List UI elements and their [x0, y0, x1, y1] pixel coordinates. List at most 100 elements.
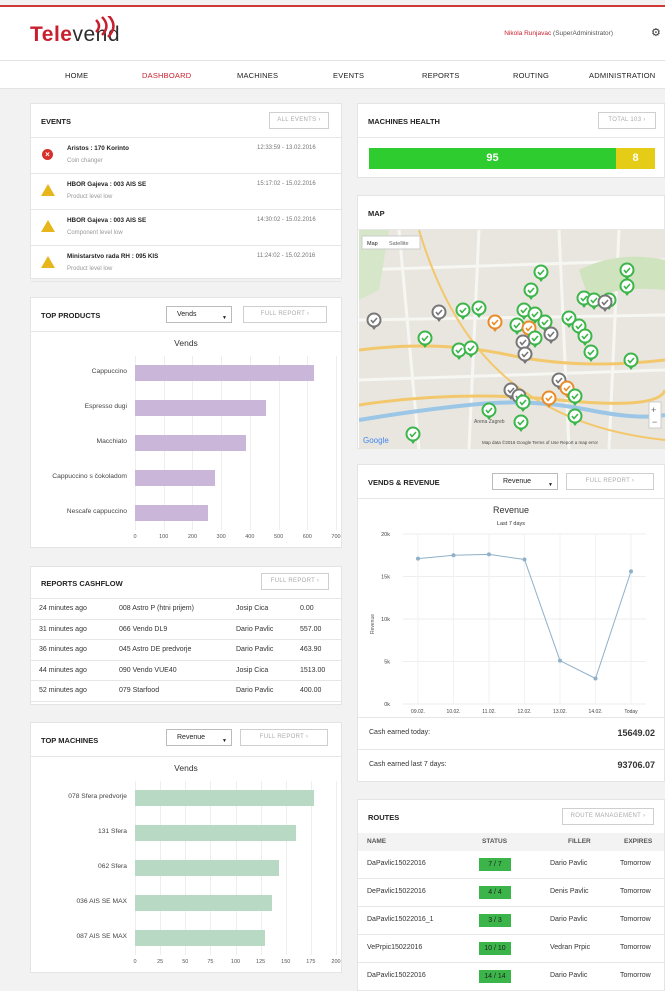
event-description: Coin changer [67, 158, 103, 164]
total-machines-button[interactable]: TOTAL 103 › [598, 112, 656, 129]
vends-revenue-select[interactable]: Revenue ▼ [492, 473, 558, 490]
y-tick-label: 0k [384, 702, 390, 708]
panel-title: REPORTS CASHFLOW [41, 579, 123, 588]
x-tick-label: 125 [256, 959, 266, 965]
top-machines-full-report-button[interactable]: FULL REPORT › [240, 729, 328, 746]
y-tick-label: 15k [381, 575, 390, 581]
zoom-out-icon[interactable]: − [652, 417, 657, 427]
data-point[interactable] [416, 556, 420, 561]
event-time: 15:17:02 - 15.02.2016 [257, 181, 316, 187]
cashflow-row[interactable]: 52 minutes ago 079 Starfood Dario Pavlic 40… [31, 681, 342, 702]
route-row[interactable]: DaPavlic15022016 7 / 7 Dario Pavlic Tomorro… [358, 851, 664, 879]
gridline [249, 356, 251, 530]
data-point[interactable] [629, 569, 633, 574]
bar[interactable] [135, 469, 216, 486]
top-products-full-report-button[interactable]: FULL REPORT › [243, 306, 327, 323]
cashflow-panel: REPORTS CASHFLOW FULL REPORT › 24 minute… [30, 566, 342, 705]
event-time: 11:24:02 - 15.02.2016 [257, 253, 316, 259]
cash-week-value: 93706.07 [617, 760, 655, 770]
gridline [336, 356, 337, 530]
event-name: Ministarstvo rada RH : 095 KIS [67, 253, 159, 260]
nav-home[interactable]: HOME [65, 71, 88, 80]
cashflow-row[interactable]: 36 minutes ago 045 Astro DE predvorje Dari… [31, 640, 342, 661]
logo-waves-icon [95, 16, 115, 38]
top-products-select[interactable]: Vends ▼ [166, 306, 232, 323]
data-point[interactable] [451, 553, 456, 558]
event-row[interactable]: HBOR Gajeva : 003 AIS SE Product level lo… [31, 174, 341, 210]
route-row[interactable]: DaPavlic15022016_1 3 / 3 Dario Pavlic Tomor… [358, 907, 664, 935]
data-point[interactable] [593, 676, 598, 681]
map-view[interactable]: Arena Zagreb Map Satellite Google Map da… [359, 230, 665, 449]
col-filler: FILLER [568, 838, 591, 845]
route-management-button[interactable]: ROUTE MANAGEMENT › [562, 808, 654, 825]
category-label: Macchiato [96, 438, 127, 445]
bar[interactable] [135, 894, 272, 911]
data-point[interactable] [522, 557, 527, 562]
x-tick-label: 50 [182, 959, 189, 965]
y-tick-label: 10k [381, 617, 390, 623]
nav-administration[interactable]: ADMINISTRATION [589, 71, 655, 80]
bar[interactable] [135, 929, 265, 946]
cashflow-machine: 079 Starfood [119, 687, 160, 694]
bar[interactable] [135, 504, 209, 521]
route-row[interactable]: VePrpic15022016 10 / 10 Vedran Prpic Tomorr… [358, 935, 664, 963]
event-row[interactable]: Ministarstvo rada RH : 095 KIS Product le… [31, 246, 341, 282]
all-events-button[interactable]: ALL EVENTS › [269, 112, 329, 129]
bar[interactable] [135, 860, 279, 876]
chart-title: Vends [174, 763, 198, 773]
panel-title: MACHINES HEALTH [368, 117, 440, 126]
health-ok-bar[interactable]: 95 [369, 148, 616, 169]
zoom-in-icon[interactable]: + [651, 405, 656, 415]
route-row[interactable]: DePavlic15022016 4 / 4 Denis Pavlic Tomorro… [358, 879, 664, 907]
top-products-panel: TOP PRODUCTS Vends ▼ FULL REPORT › Vends 0… [30, 297, 342, 548]
data-point[interactable] [558, 658, 562, 663]
cashflow-row[interactable]: 31 minutes ago 066 Vendo DL9 Dario Pavlic 5… [31, 620, 342, 640]
cashflow-row[interactable]: 44 minutes ago 090 Vendo VUE40 Josip Cica 1… [31, 661, 342, 681]
nav-events[interactable]: EVENTS [333, 71, 364, 80]
route-row[interactable]: DaPavlic15022016 14 / 14 Dario Pavlic Tomor… [358, 963, 664, 991]
event-time: 14:30:02 - 15.02.2016 [257, 217, 316, 223]
map-tab-map[interactable]: Map [367, 241, 378, 247]
cashflow-time: 36 minutes ago [39, 646, 87, 653]
route-filler: Dario Pavlic [550, 972, 588, 979]
x-tick-label: 25 [157, 959, 164, 965]
cashflow-full-report-button[interactable]: FULL REPORT › [261, 573, 329, 590]
top-machines-select[interactable]: Revenue ▼ [166, 729, 232, 746]
user-info[interactable]: Nikola Runjavac (SuperAdministrator) [504, 30, 613, 37]
event-row[interactable]: × Aristos : 170 Korinto Coin changer 12:33:… [31, 138, 341, 174]
cashflow-time: 52 minutes ago [39, 687, 87, 694]
cashflow-machine: 045 Astro DE predvorje [119, 646, 192, 653]
nav-reports[interactable]: REPORTS [422, 71, 460, 80]
cashflow-machine: 008 Astro P (htni prijem) [119, 605, 194, 612]
map-panel: MAP Arena Zagreb Map Satellite Google Ma… [357, 195, 665, 449]
cashflow-row[interactable]: 24 minutes ago 008 Astro P (htni prijem) J… [31, 599, 342, 620]
data-point[interactable] [487, 552, 491, 557]
x-tick-label: 700 [331, 534, 341, 540]
bar[interactable] [135, 365, 315, 382]
event-row[interactable]: HBOR Gajeva : 003 AIS SE Component level … [31, 210, 341, 246]
panel-title: MAP [368, 209, 385, 218]
category-label: 036 AIS SE MAX [76, 897, 127, 905]
route-filler: Dario Pavlic [550, 860, 588, 867]
warning-icon [41, 220, 55, 232]
bar[interactable] [135, 435, 246, 451]
cashflow-time: 24 minutes ago [39, 605, 87, 612]
vends-revenue-full-report-button[interactable]: FULL REPORT › [566, 473, 654, 490]
map-tab-satellite[interactable]: Satellite [389, 241, 409, 247]
gear-icon[interactable]: ⚙ [651, 26, 661, 39]
warning-icon [41, 256, 55, 268]
y-axis-label: Revenue [370, 614, 376, 634]
x-tick-label: 600 [302, 534, 312, 540]
category-label: Cappuccino s čokoladom [52, 472, 127, 480]
bar[interactable] [135, 790, 314, 807]
bar[interactable] [135, 400, 266, 417]
nav-routing[interactable]: ROUTING [513, 71, 549, 80]
nav-dashboard[interactable]: DASHBOARD [142, 71, 191, 80]
health-warning-bar[interactable]: 8 [616, 148, 655, 169]
nav-machines[interactable]: MACHINES [237, 71, 278, 80]
cashflow-person: Dario Pavlic [236, 646, 274, 653]
events-panel: EVENTS ALL EVENTS › × Aristos : 170 Korin… [30, 103, 342, 282]
top-machines-chart: Vends 0 25 50 75 100 125 150 175 200 078 Sfera pre… [31, 757, 341, 973]
cashflow-amount: 557.00 [300, 625, 322, 633]
bar[interactable] [135, 825, 296, 842]
